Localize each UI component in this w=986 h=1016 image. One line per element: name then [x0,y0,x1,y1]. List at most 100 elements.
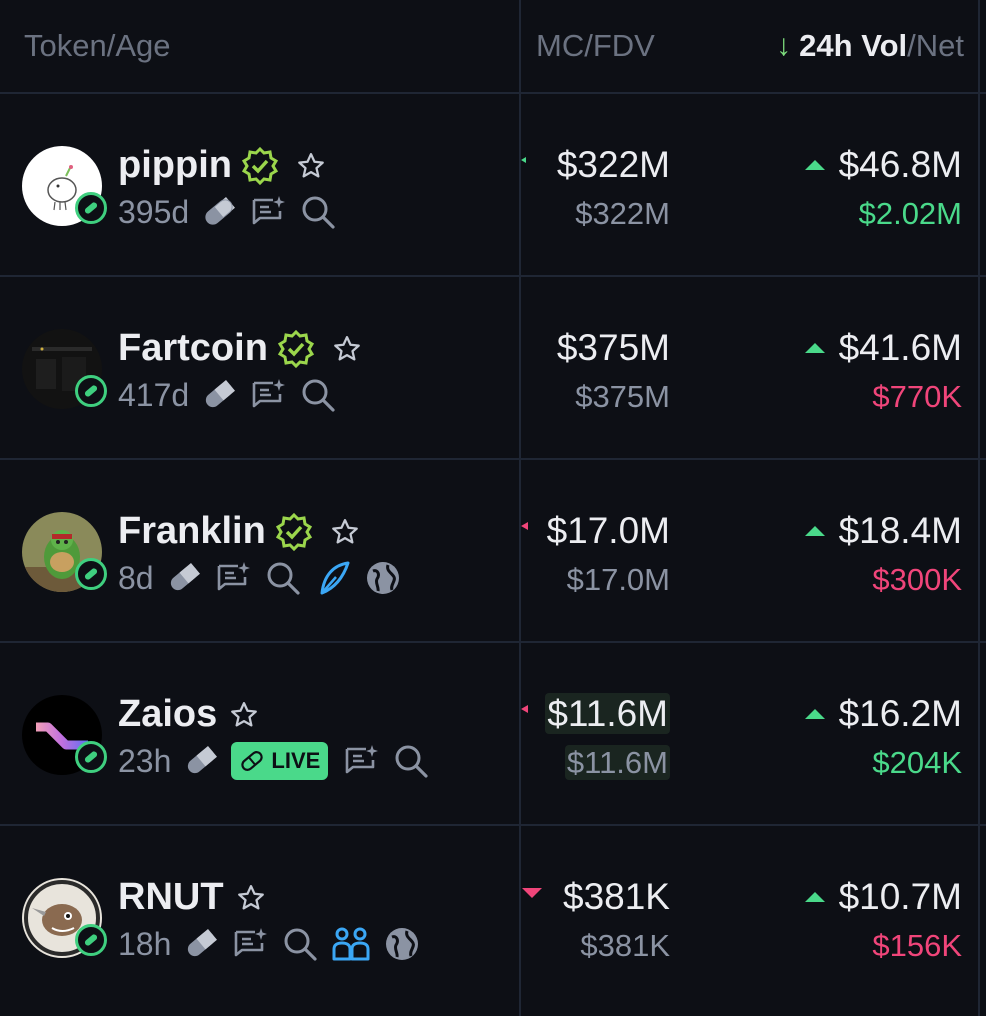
volume-value: $18.4M [804,510,962,552]
star-icon[interactable] [236,883,266,913]
pill-icon [241,751,264,771]
net-value: $2.02M [858,196,962,231]
star-icon[interactable] [296,151,326,181]
table-row[interactable]: Fartcoin 417d $375M $375M $41.6M $770K [0,277,986,460]
pill-icon[interactable] [183,926,219,962]
search-icon[interactable] [264,559,302,597]
globe-icon[interactable] [383,925,421,963]
pump-badge-icon [75,924,107,956]
search-icon[interactable] [299,193,337,231]
token-name[interactable]: Zaios [118,693,259,736]
up-triangle-icon [804,892,825,902]
volume-value: $46.8M [804,144,962,186]
token-age: 395d [118,193,190,230]
fdv-value: $322M [575,196,670,231]
token-name-text: pippin [118,144,232,186]
token-meta: 395d [118,192,349,232]
volume-value: $41.6M [804,327,962,369]
chat-sparkle-icon[interactable] [342,742,380,780]
feather-icon[interactable] [314,559,352,597]
pill-icon[interactable] [201,377,237,413]
mc-fdv-cell: $375M $375M [557,327,670,415]
sort-down-arrow-icon: ↓ [776,29,792,62]
chat-sparkle-icon[interactable] [231,925,269,963]
star-icon[interactable] [332,334,362,364]
chat-sparkle-icon[interactable] [249,376,287,414]
token-avatar[interactable] [22,329,107,409]
fdv-value: $17.0M [566,562,670,597]
token-name[interactable]: RNUT [118,876,266,919]
mc-change-indicator [522,888,542,898]
fdv-value: $11.6M [564,745,670,780]
star-icon[interactable] [229,700,259,730]
token-meta: 18h [118,924,433,964]
mc-fdv-cell: $11.6M $11.6M [545,693,670,781]
header-24h-vol-net[interactable]: ↓ 24h Vol/Net [776,28,964,64]
token-meta: 417d [118,375,349,415]
mc-change-indicator [521,157,526,163]
header-token-age[interactable]: Token/Age [24,28,171,64]
pill-icon[interactable] [183,743,219,779]
vol-net-cell: $46.8M $2.02M [804,144,962,232]
token-age: 18h [118,925,172,962]
token-age: 417d [118,376,190,413]
market-cap-value: $375M [556,327,670,368]
pump-badge-icon [75,741,107,773]
token-name[interactable]: Fartcoin [118,327,362,370]
header-mc-fdv[interactable]: MC/FDV [536,28,655,64]
token-avatar[interactable] [22,878,107,958]
live-badge-label: LIVE [271,748,321,773]
up-triangle-icon [804,526,825,536]
market-cap-value: $381K [563,876,670,917]
volume-value: $10.7M [804,876,962,918]
vol-net-cell: $41.6M $770K [804,327,962,415]
mc-change-indicator [521,705,528,713]
pump-badge-icon [75,192,107,224]
table-header: Token/Age MC/FDV ↓ 24h Vol/Net [0,0,986,94]
community-icon[interactable] [331,925,371,963]
table-row[interactable]: Zaios 23h LIVE $11.6M $11.6M $16.2M $204… [0,643,986,826]
fdv-value: $375M [575,379,670,414]
token-name-text: RNUT [118,876,224,918]
token-avatar[interactable] [22,146,107,226]
table-row[interactable]: Franklin 8d $17.0M $17.0M $18.4M $300K [0,460,986,643]
table-row[interactable]: pippin 395d $322M $322M $46.8M $2.02M [0,94,986,277]
up-triangle-icon [804,160,825,170]
net-value: $156K [872,928,962,963]
live-badge[interactable]: LIVE [231,742,329,780]
search-icon[interactable] [299,376,337,414]
token-name-text: Zaios [118,693,218,735]
token-name[interactable]: pippin [118,144,326,187]
table-row[interactable]: RNUT 18h $381K $381K $10.7M $156K [0,826,986,1016]
pill-icon[interactable] [166,560,202,596]
pump-badge-icon [75,375,107,407]
token-age: 8d [118,559,154,596]
globe-icon[interactable] [364,559,402,597]
market-cap-value: $322M [556,144,670,185]
up-triangle-icon [804,709,825,719]
vol-net-cell: $18.4M $300K [804,510,962,598]
token-age: 23h [118,742,172,779]
search-icon[interactable] [281,925,319,963]
token-name[interactable]: Franklin [118,510,360,553]
verified-badge-icon [240,146,280,186]
mc-change-indicator [521,522,528,530]
search-icon[interactable] [392,742,430,780]
header-vol-label: 24h Vol [799,28,908,63]
verified-badge-icon [276,329,316,369]
fdv-value: $381K [580,928,670,963]
net-value: $204K [872,745,962,780]
chat-sparkle-icon[interactable] [249,193,287,231]
vol-net-cell: $16.2M $204K [804,693,962,781]
header-net-label: /Net [907,28,964,63]
token-table: Token/Age MC/FDV ↓ 24h Vol/Net pippin 39… [0,0,986,1016]
vol-net-cell: $10.7M $156K [804,876,962,964]
token-meta: 23h LIVE [118,741,442,781]
pill-icon[interactable] [201,194,237,230]
token-meta: 8d [118,558,414,598]
chat-sparkle-icon[interactable] [214,559,252,597]
token-avatar[interactable] [22,695,107,775]
star-icon[interactable] [330,517,360,547]
token-avatar[interactable] [22,512,107,592]
net-value: $300K [872,562,962,597]
